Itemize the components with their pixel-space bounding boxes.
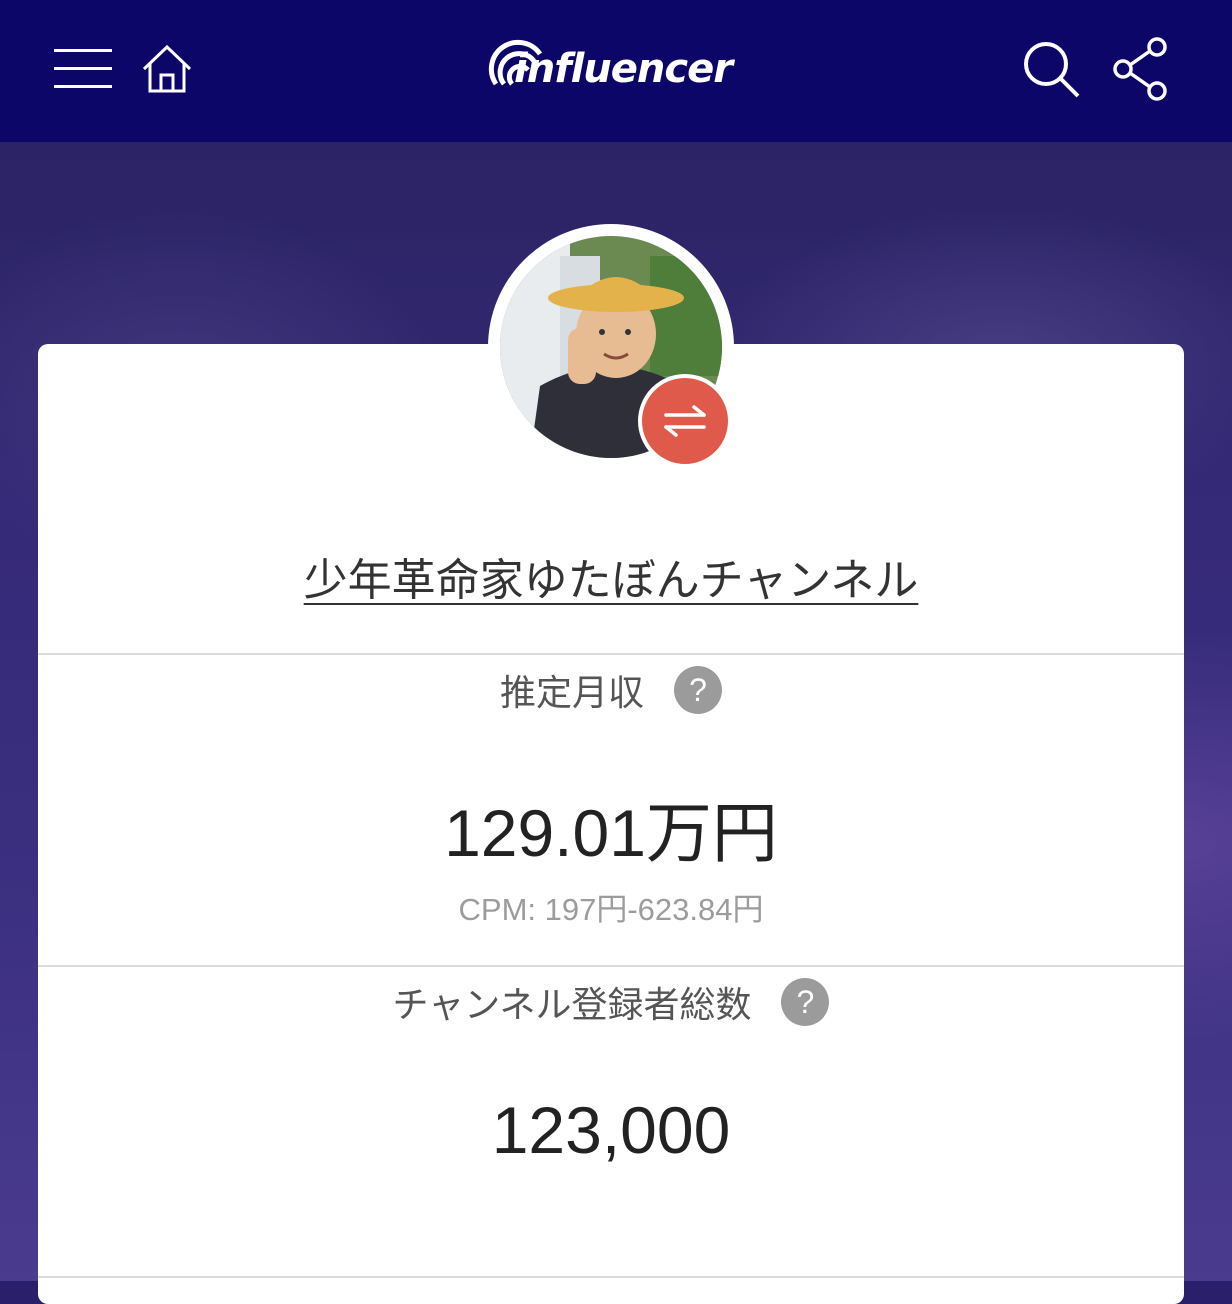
top-header: influencer (0, 0, 1232, 142)
monthly-income-label: 推定月収 (499, 673, 644, 714)
search-icon (1024, 42, 1080, 98)
channel-avatar[interactable] (488, 224, 734, 470)
share-icon (1113, 37, 1167, 101)
logo-text: influencer (514, 46, 733, 92)
help-icon[interactable]: ? (674, 666, 722, 714)
subscribers-value: 123,000 (491, 1093, 731, 1167)
subscribers-label-row: チャンネル登録者総数 ? (38, 976, 1184, 1028)
divider (38, 1276, 1184, 1278)
divider (38, 965, 1184, 967)
home-button[interactable] (132, 34, 202, 104)
channel-name-link[interactable]: 少年革命家ゆたぼんチャンネル (38, 544, 1184, 608)
monthly-income-value: 129.01万円 (444, 796, 778, 870)
cpm-range: CPM: 197円-623.84円 (458, 892, 764, 927)
swap-badge[interactable] (638, 374, 732, 468)
home-icon (142, 44, 192, 93)
hamburger-menu-icon (54, 49, 112, 88)
influencer-logo[interactable]: influencer (488, 28, 748, 108)
channel-card: 少年革命家ゆたぼんチャンネル 推定月収 ? 129.01万円 CPM: 197円… (38, 344, 1184, 1304)
help-icon[interactable]: ? (781, 978, 830, 1026)
subscribers-label: チャンネル登録者総数 (392, 985, 752, 1026)
swap-arrows-icon (664, 405, 706, 437)
divider (38, 653, 1184, 655)
search-button[interactable] (1016, 34, 1086, 104)
menu-button[interactable] (48, 34, 118, 104)
share-button[interactable] (1106, 34, 1176, 104)
monthly-income-label-row: 推定月収 ? (38, 664, 1184, 716)
